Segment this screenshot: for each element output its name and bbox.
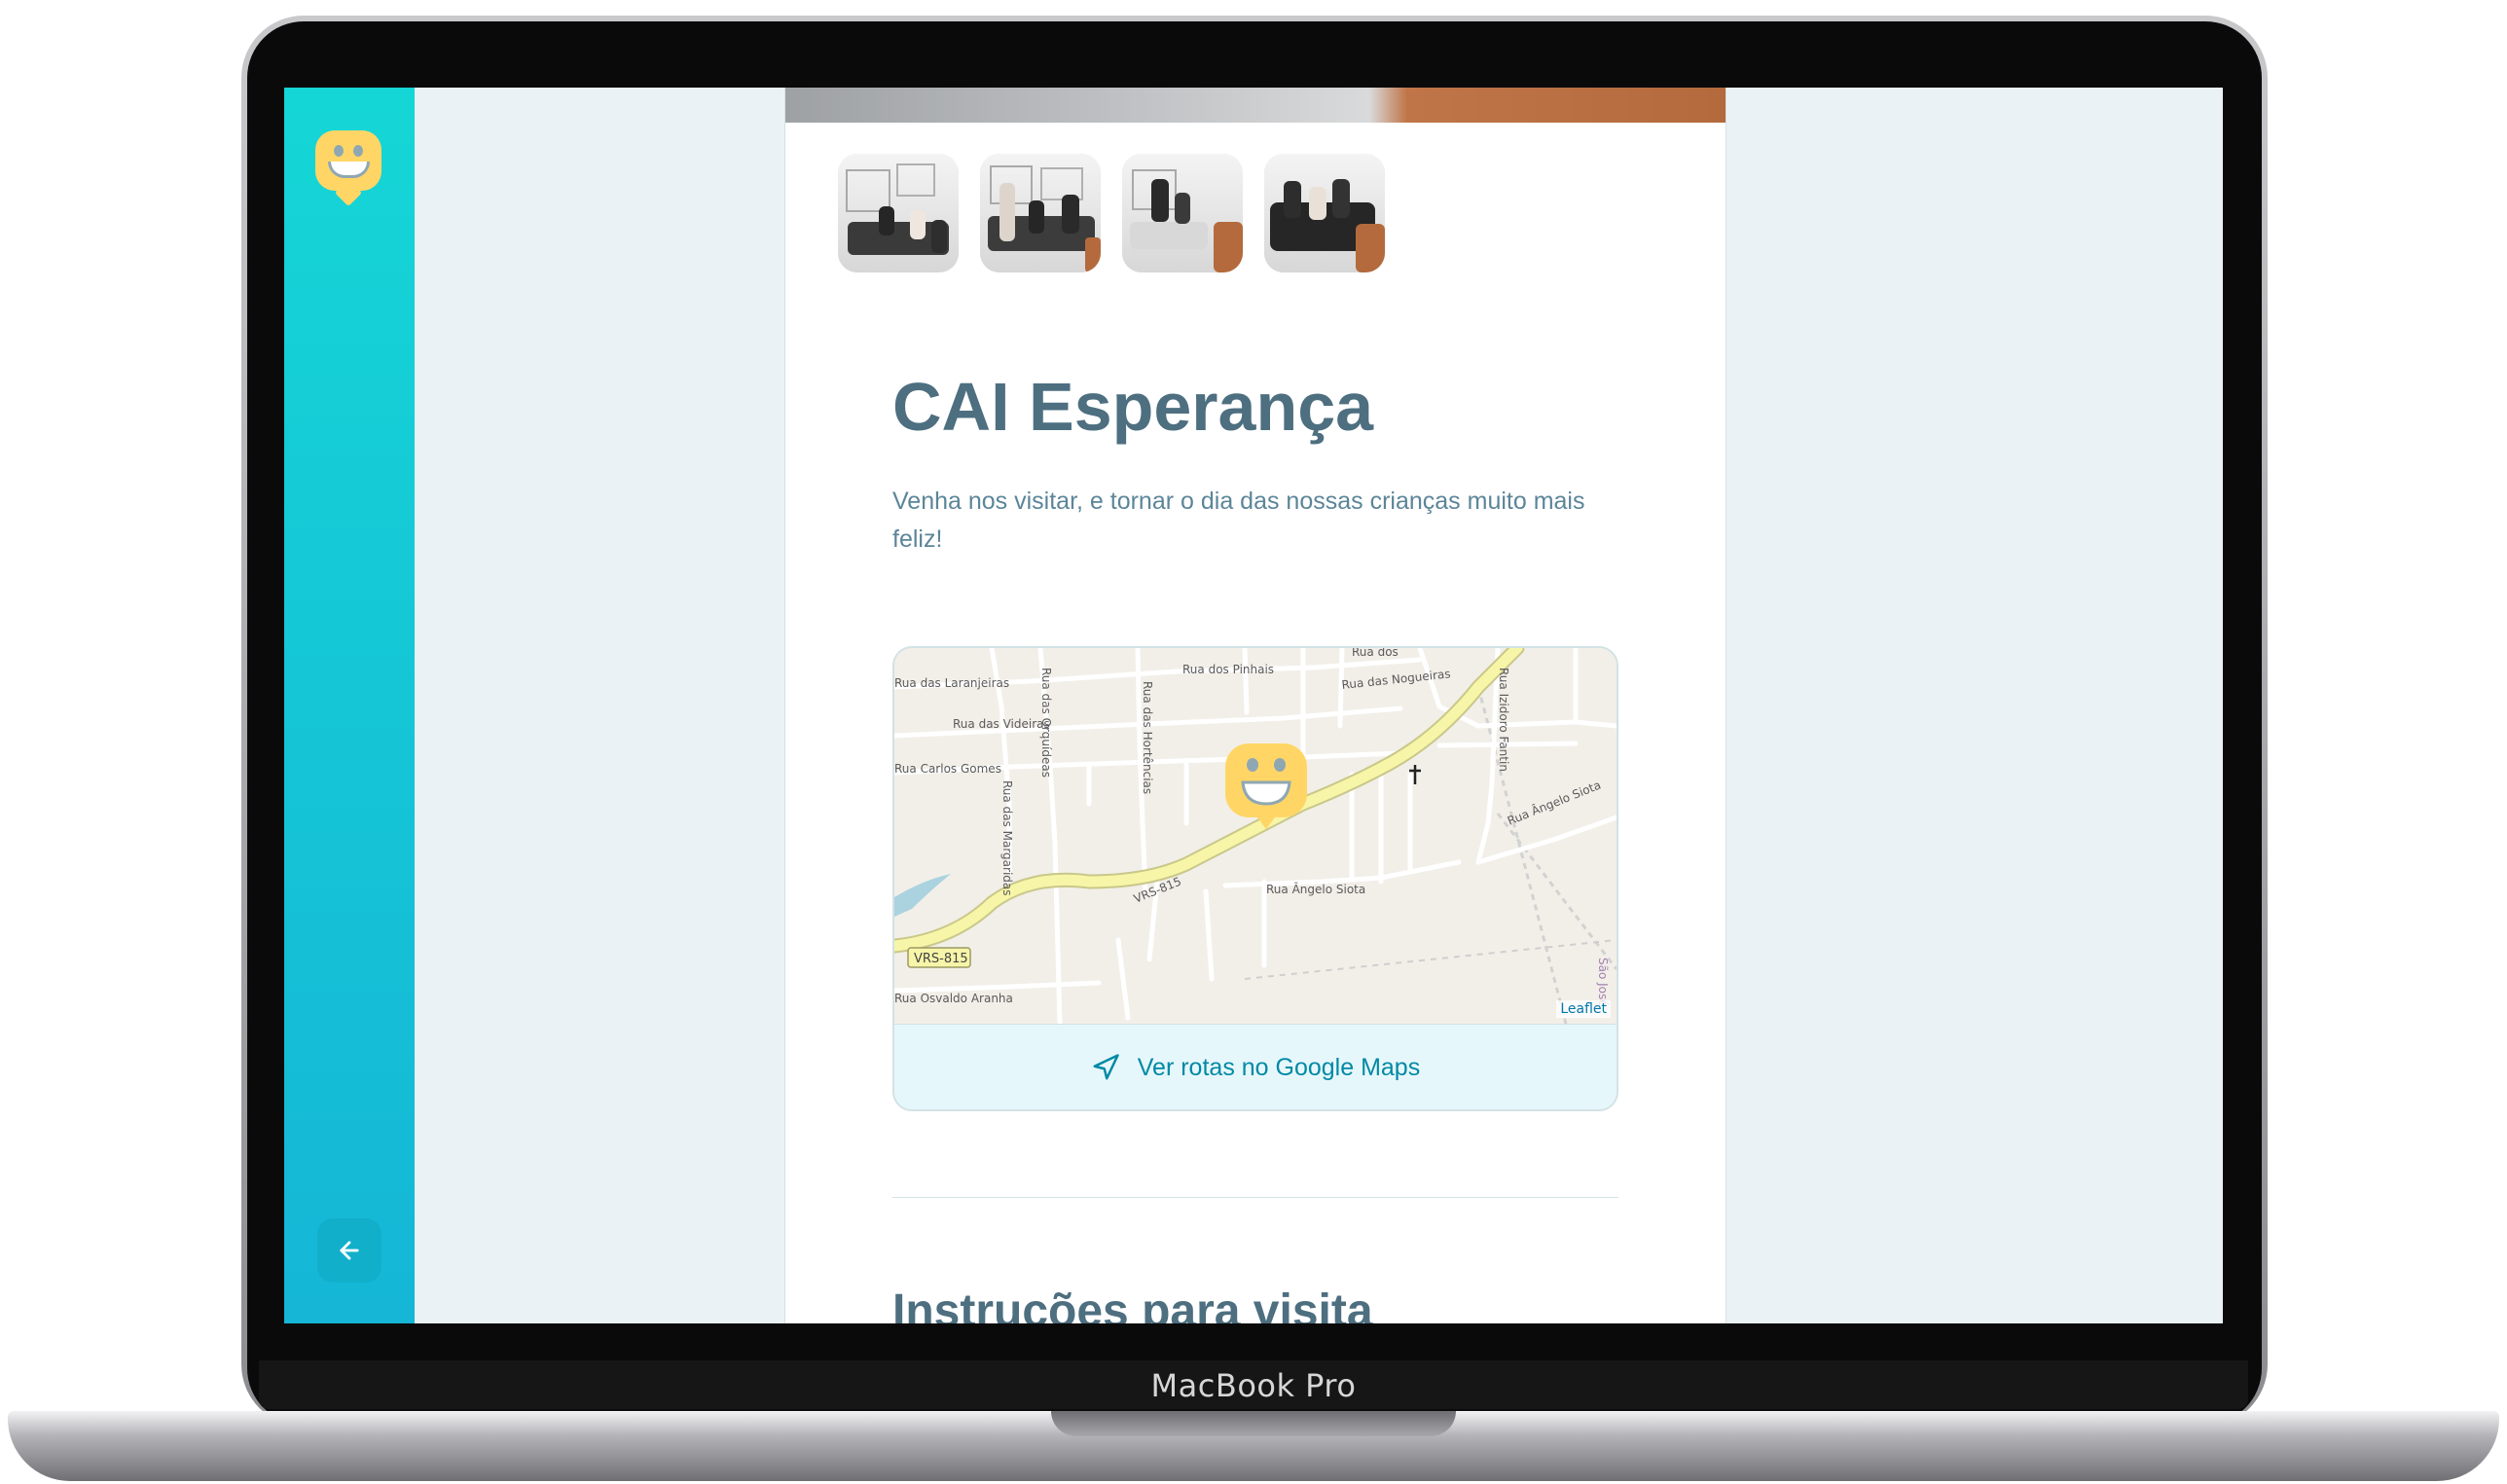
gallery-thumbnail[interactable] — [980, 154, 1101, 272]
section-divider — [892, 1197, 1618, 1198]
directions-label: Ver rotas no Google Maps — [1137, 1053, 1421, 1081]
map-street-label: Rua dos Pinhais — [1182, 663, 1274, 676]
map-street-label: Rua Ângelo Siota — [1266, 882, 1365, 896]
back-button[interactable] — [317, 1218, 382, 1283]
map-attribution-link[interactable]: Leaflet — [1556, 1000, 1611, 1018]
main-photo — [785, 88, 1726, 123]
logo-eye-right — [353, 145, 363, 157]
laptop-notch — [1051, 1411, 1456, 1436]
device-label: MacBook Pro — [1150, 1367, 1357, 1404]
map-street-label: Rua das Orquídeas — [1039, 668, 1053, 778]
logo-eye-left — [334, 145, 344, 157]
orphanage-description: Venha nos visitar, e tornar o dia das no… — [892, 488, 1585, 553]
orphanage-name: CAI Esperança — [892, 369, 1374, 445]
visit-instructions-title: Instruções para visita — [892, 1285, 1373, 1323]
map-street-label: Rua Izidoro Fantin — [1497, 668, 1510, 772]
gallery-thumbnail[interactable] — [838, 154, 959, 272]
app-screen: CAI Esperança Venha nos visitar, e torna… — [284, 88, 2223, 1323]
orphanage-details: CAI Esperança Venha nos visitar, e torna… — [784, 88, 1726, 1323]
logo-mouth — [328, 162, 370, 178]
happy-face-icon — [315, 130, 382, 191]
map-street-label: Rua das Hortências — [1141, 681, 1154, 794]
sidebar — [284, 88, 415, 1323]
road-shield-label: VRS-815 — [914, 952, 968, 966]
map-street-label: Rua dos — [1352, 648, 1399, 659]
map-card: Rua dos Pinhais Rua dos Rua das Nogueira… — [892, 646, 1618, 1111]
map-street-label: Rua das Laranjeiras — [894, 676, 1009, 690]
gallery-thumbnail[interactable] — [1264, 154, 1385, 272]
map-street-label: Rua das Videiras — [953, 717, 1050, 731]
map-street-label: Rua Carlos Gomes — [894, 762, 1001, 776]
navigation-icon — [1093, 1054, 1119, 1080]
map-view[interactable]: Rua dos Pinhais Rua dos Rua das Nogueira… — [894, 648, 1617, 1024]
map-street-label: Rua das Margaridas — [1000, 780, 1014, 896]
arrow-left-icon — [340, 1241, 359, 1260]
gallery-thumbnail[interactable] — [1122, 154, 1243, 272]
google-maps-directions-button[interactable]: Ver rotas no Google Maps — [894, 1024, 1617, 1109]
map-street-label: Rua Osvaldo Aranha — [894, 992, 1013, 1005]
